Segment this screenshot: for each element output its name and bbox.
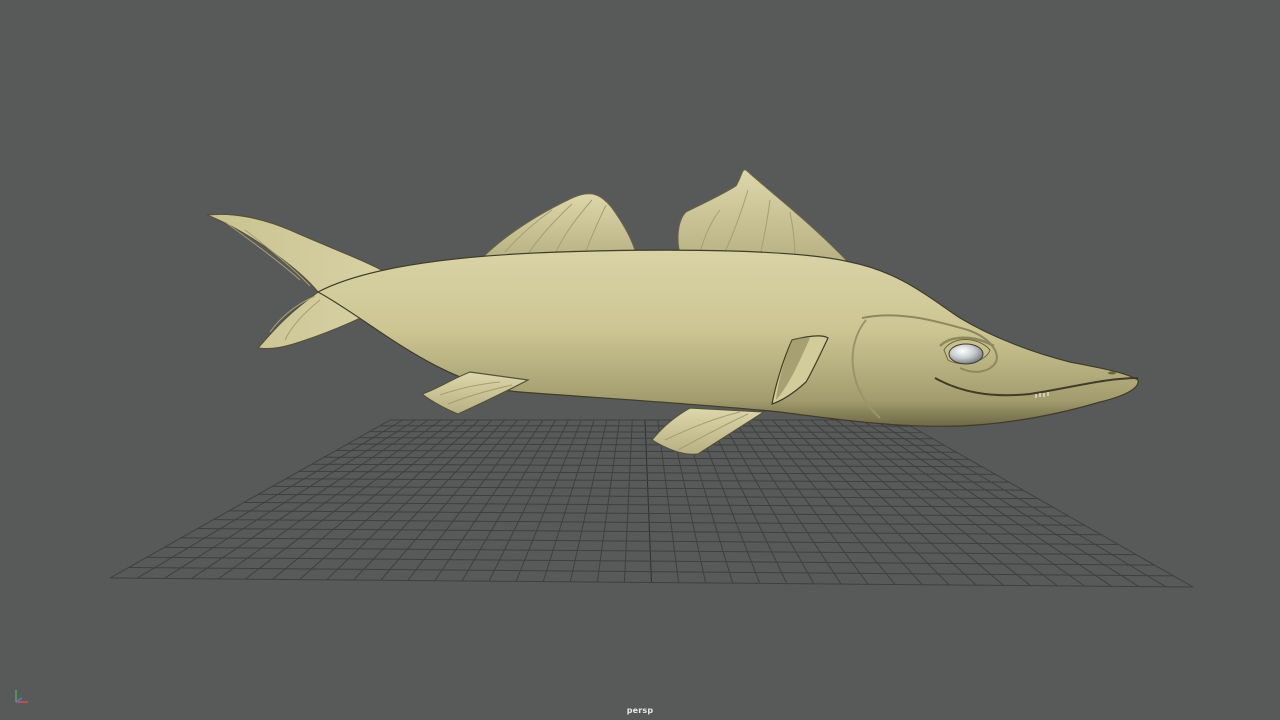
eye-ball <box>948 343 984 365</box>
pelvic-fin <box>420 371 530 415</box>
axis-gizmo-icon <box>15 690 28 703</box>
perspective-viewport[interactable]: persp <box>0 0 1280 720</box>
ground-grid <box>109 419 1194 588</box>
fish-model[interactable] <box>206 169 1139 455</box>
grid-line <box>347 443 945 446</box>
grid-line <box>358 437 933 440</box>
anal-fin <box>651 407 766 455</box>
camera-name-label: persp <box>626 706 654 715</box>
grid-line <box>369 431 922 433</box>
scene-canvas[interactable] <box>0 0 1280 720</box>
nostril <box>1108 371 1116 375</box>
front-dorsal-fin <box>677 169 850 263</box>
